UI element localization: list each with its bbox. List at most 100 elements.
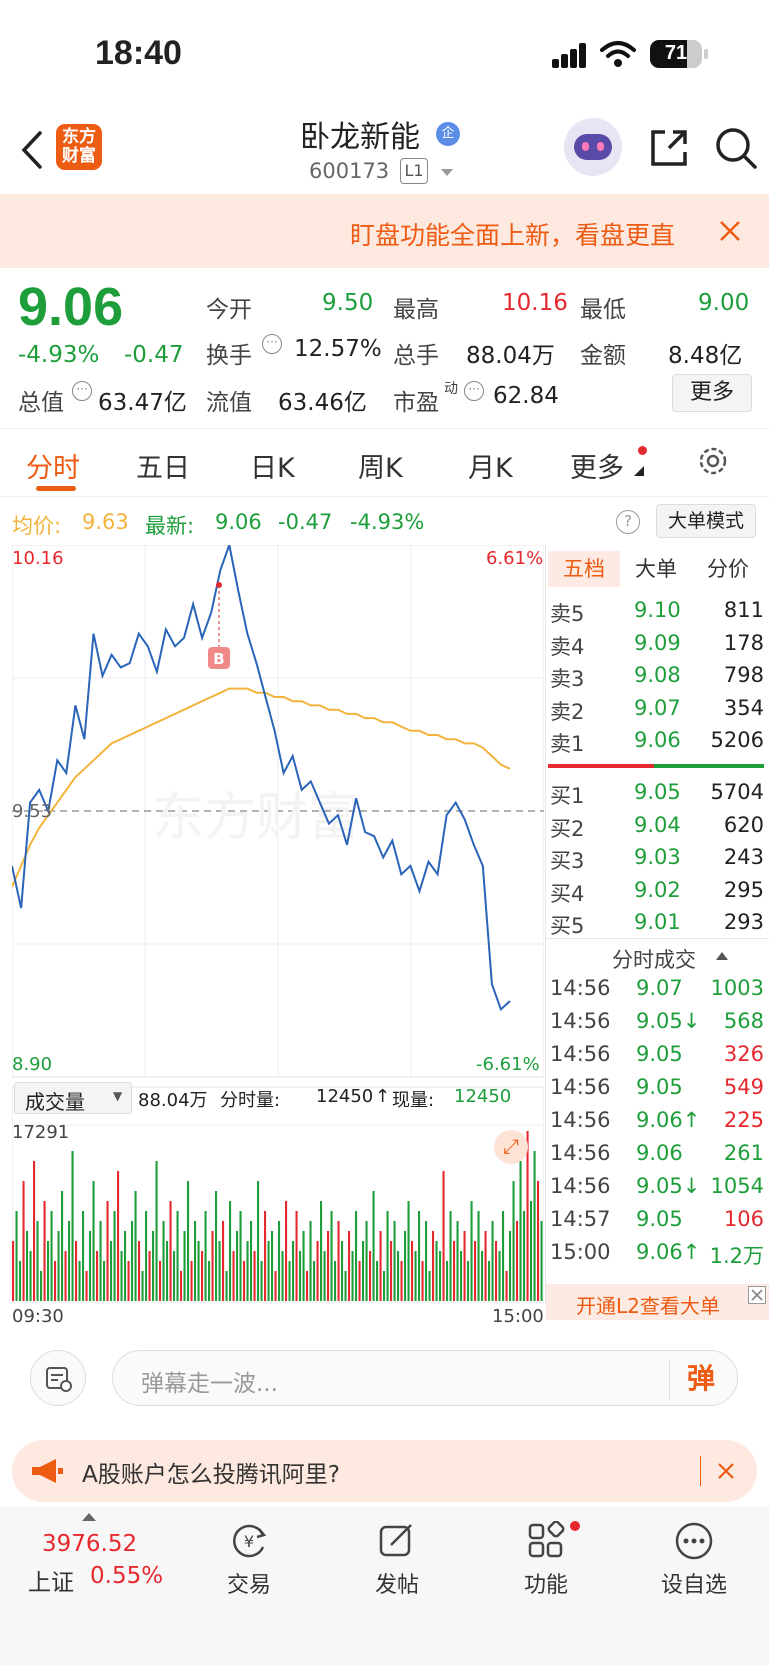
more-button[interactable]: 更多 — [672, 374, 752, 412]
ask-row[interactable]: 卖3 9.08 798 — [548, 663, 764, 693]
nav-trade[interactable]: ¥ 交易 — [189, 1521, 309, 1601]
apps-icon — [528, 1521, 565, 1558]
volume-bar — [341, 1241, 344, 1301]
nav-function[interactable]: 功能 — [486, 1521, 606, 1601]
ask-label: 卖5 — [550, 602, 585, 626]
volume-bar — [201, 1251, 204, 1301]
divider — [545, 545, 546, 1305]
l2-upgrade-text[interactable]: 开通L2查看大单 — [576, 1290, 720, 1319]
stock-code: 600173 — [309, 159, 390, 183]
info-icon[interactable]: ··· — [72, 381, 92, 401]
tab-five-levels[interactable]: 五档 — [548, 551, 620, 587]
volume-bar — [124, 1231, 127, 1301]
share-icon[interactable] — [647, 126, 691, 170]
brand-logo[interactable]: 东方 财富 — [56, 124, 102, 170]
close-icon[interactable] — [717, 1462, 735, 1480]
volume-bar — [250, 1221, 253, 1301]
volume-bar — [449, 1211, 452, 1301]
volume-bar — [320, 1201, 323, 1301]
ask-price: 9.08 — [634, 663, 681, 687]
tick-time: 14:56 — [550, 1075, 611, 1099]
ask-row[interactable]: 卖5 9.10 811 — [548, 598, 764, 628]
ask-row[interactable]: 卖2 9.07 354 — [548, 696, 764, 726]
info-icon[interactable]: ··· — [464, 381, 484, 401]
buy-marker[interactable]: B — [208, 582, 230, 669]
volume-bar — [327, 1231, 330, 1301]
volume-bar — [313, 1261, 316, 1301]
nav-watchlist[interactable]: 设自选 — [634, 1521, 754, 1601]
volume-bar — [190, 1261, 193, 1301]
tab-weekly-k[interactable]: 周K — [358, 446, 403, 485]
volume-bar — [50, 1211, 53, 1301]
volume-bar — [225, 1271, 228, 1301]
volume-bar — [481, 1251, 484, 1301]
index-name[interactable]: 上证 — [28, 1563, 74, 1597]
tick-row: 14:56 9.05↓ 568 — [550, 1009, 764, 1039]
y-top-pct-label: 6.61% — [486, 548, 544, 569]
caret-up-icon[interactable] — [716, 952, 728, 960]
banner-text: 盯盘功能全面上新，看盘更直 — [350, 221, 676, 250]
bid-row[interactable]: 买1 9.05 5704 — [548, 780, 764, 810]
tab-five-day[interactable]: 五日 — [136, 446, 190, 485]
ask-row[interactable]: 卖1 9.06 5206 — [548, 728, 764, 758]
volume-bar — [257, 1181, 260, 1301]
close-icon[interactable] — [718, 219, 742, 243]
caret-up-icon[interactable] — [82, 1513, 96, 1521]
arrow-up-icon: ↑ — [375, 1086, 391, 1107]
brand-line1: 东方 — [62, 127, 96, 147]
nav-post[interactable]: 发帖 — [337, 1521, 457, 1601]
volume-bar — [15, 1211, 18, 1301]
ask-volume: 811 — [723, 598, 764, 622]
ad-banner[interactable]: A股账户怎么投腾讯阿里? — [12, 1440, 757, 1502]
tick-price: 9.05 — [636, 1075, 683, 1099]
volume-bar — [260, 1261, 263, 1301]
tab-more[interactable]: 更多 — [570, 446, 624, 485]
search-icon[interactable] — [714, 126, 758, 170]
volume-bar — [495, 1241, 498, 1301]
tab-price-dist[interactable]: 分价 — [692, 551, 764, 587]
index-value[interactable]: 3976.52 — [42, 1531, 137, 1557]
volume-bar — [204, 1211, 207, 1301]
bid-row[interactable]: 买4 9.02 295 — [548, 878, 764, 908]
volume-bar — [537, 1181, 540, 1301]
settings-icon[interactable] — [696, 444, 730, 478]
tab-big-orders[interactable]: 大单 — [620, 551, 692, 587]
bid-price: 9.01 — [634, 910, 681, 934]
danmu-settings-icon[interactable] — [30, 1350, 86, 1406]
volume-bar — [299, 1251, 302, 1301]
info-icon[interactable]: ··· — [262, 334, 282, 354]
volume-bar — [134, 1191, 137, 1301]
tab-monthly-k[interactable]: 月K — [468, 446, 513, 485]
back-icon[interactable] — [18, 130, 44, 170]
mktcap-label: 总值 — [18, 390, 64, 416]
index-pct[interactable]: 0.55% — [90, 1563, 163, 1589]
expand-icon[interactable]: ⤢ — [494, 1130, 528, 1164]
divider — [0, 428, 769, 429]
y-mid-label: 9.53 — [12, 801, 53, 822]
tab-intraday[interactable]: 分时 — [26, 446, 80, 485]
volume-bar — [484, 1231, 487, 1301]
big-order-mode-button[interactable]: 大单模式 — [656, 504, 756, 538]
robot-avatar[interactable] — [564, 118, 622, 176]
danmu-send-button[interactable]: 弹 — [687, 1357, 715, 1397]
chevron-down-icon[interactable] — [440, 168, 454, 178]
bid-row[interactable]: 买2 9.04 620 — [548, 813, 764, 843]
bid-row[interactable]: 买3 9.03 243 — [548, 845, 764, 875]
help-icon[interactable]: ? — [616, 510, 640, 534]
intraday-chart[interactable]: 东方财富 B — [12, 545, 544, 1303]
tab-daily-k[interactable]: 日K — [250, 446, 295, 485]
volume-bar — [120, 1251, 123, 1301]
ask-row[interactable]: 卖4 9.09 178 — [548, 631, 764, 661]
volume-bar — [271, 1231, 274, 1301]
volume-bar — [442, 1171, 445, 1301]
bid-row[interactable]: 买5 9.01 293 — [548, 910, 764, 940]
amount-value: 8.48亿 — [668, 343, 743, 369]
bid-label: 买3 — [550, 849, 585, 873]
danmu-input[interactable]: 弹幕走一波... 弹 — [112, 1350, 738, 1406]
volume-label: 总手 — [393, 343, 439, 369]
bid-volume: 5704 — [710, 780, 764, 804]
volume-bar — [155, 1161, 158, 1301]
volume-selector[interactable]: 成交量 ▼ — [14, 1082, 132, 1114]
close-icon[interactable] — [748, 1286, 766, 1304]
tick-volume: 326 — [723, 1042, 764, 1066]
